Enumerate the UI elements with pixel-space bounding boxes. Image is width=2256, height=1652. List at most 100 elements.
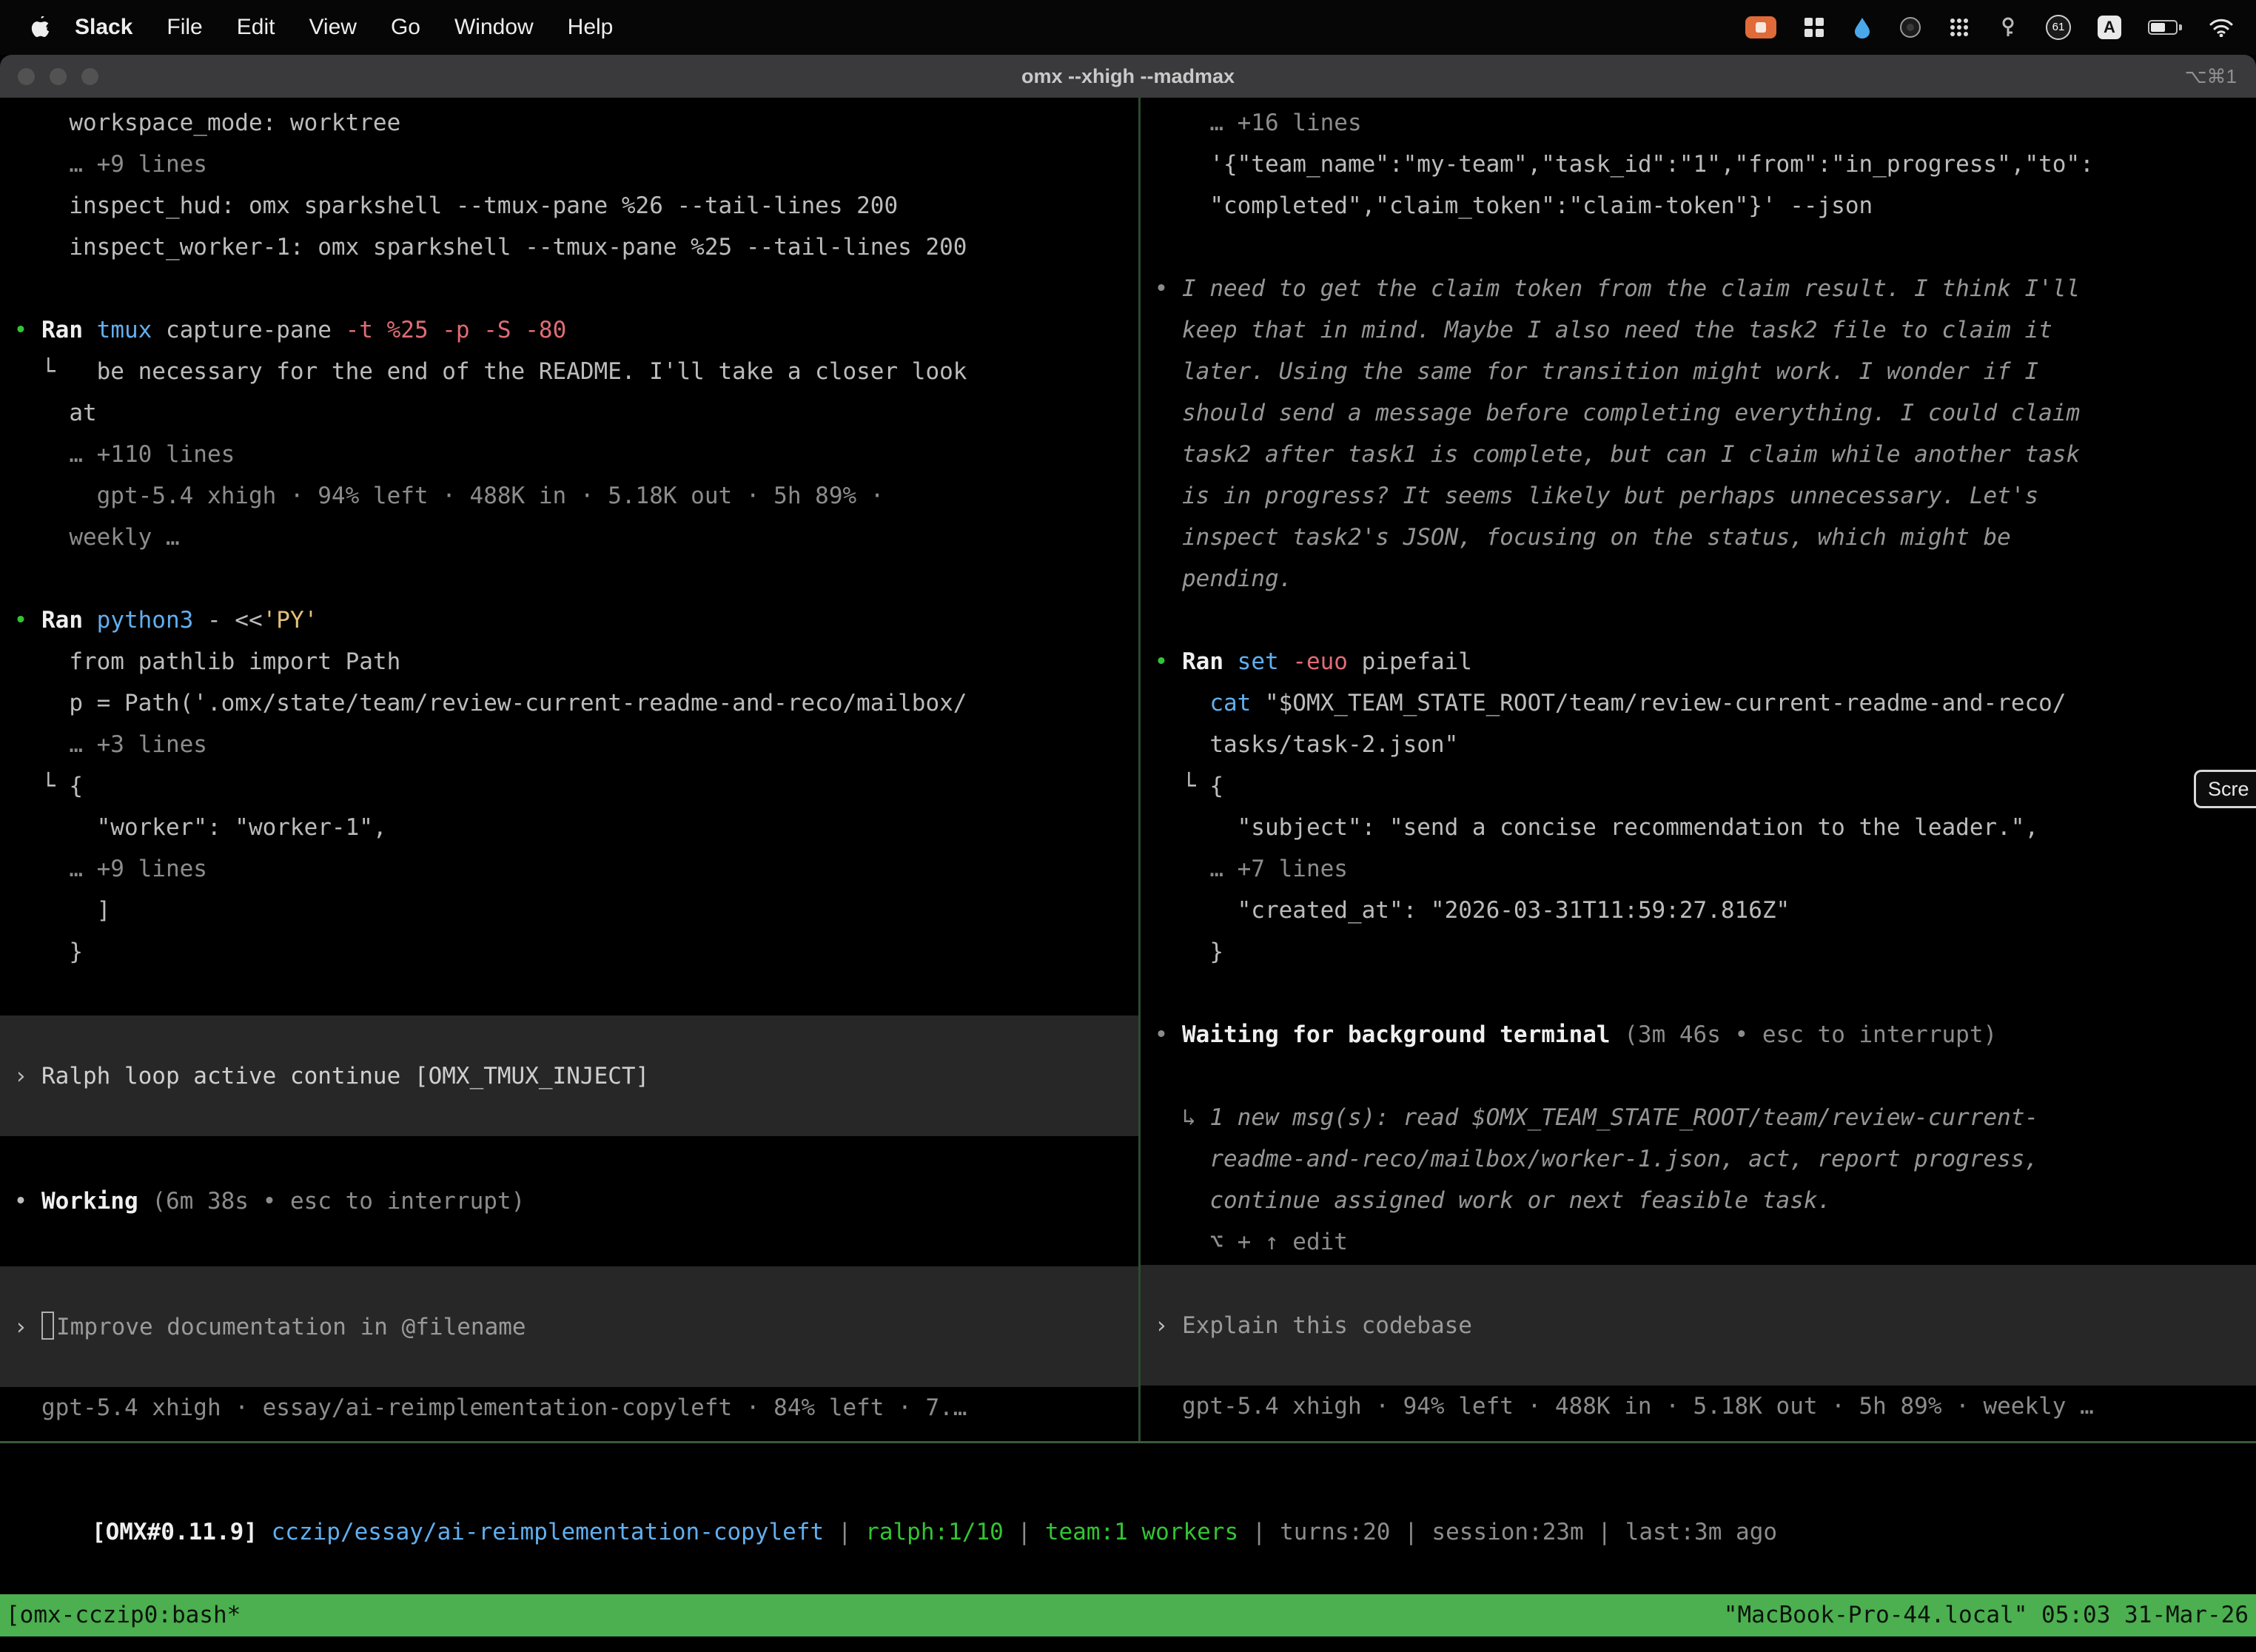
command-output-line: "subject": "send a concise recommendatio…: [1141, 807, 2256, 848]
prompt-chevron-icon: ›: [0, 1063, 41, 1089]
script-line: cat "$OMX_TEAM_STATE_ROOT/team/review-cu…: [1141, 682, 2256, 724]
input-source-icon[interactable]: A: [2098, 16, 2121, 39]
lens-app-icon[interactable]: [1899, 16, 1921, 38]
wifi-icon[interactable]: [2209, 18, 2234, 37]
command-output-line: }: [0, 931, 1138, 973]
ralph-loop-banner-text: Ralph loop active continue [OMX_TMUX_INJ…: [41, 1063, 649, 1089]
separator: |: [1584, 1519, 1625, 1545]
hud-status-line: gpt-5.4 xhigh · 94% left · 488K in · 5.1…: [0, 475, 1138, 517]
command-output-line: ]: [0, 890, 1138, 931]
ran-python-command-line: • Ran python3 - <<'PY': [0, 600, 1138, 641]
tmux-session-window[interactable]: [omx-cczip0:bash*: [6, 1594, 241, 1636]
waiting-status-line: • Waiting for background terminal (3m 46…: [1141, 1014, 2256, 1055]
window-shortcut-hint: ⌥⌘1: [2185, 65, 2237, 88]
bullet-icon: •: [1141, 275, 1182, 302]
script-line: from pathlib import Path: [0, 641, 1138, 682]
prompt-input-banner[interactable]: › Improve documentation in @filename: [0, 1266, 1138, 1387]
hud-status-line: weekly …: [0, 517, 1138, 558]
last-activity: last:3m ago: [1625, 1519, 1777, 1545]
terminal-content: workspace_mode: worktree … +9 lines insp…: [0, 98, 2256, 1443]
bullet-icon: •: [1141, 1021, 1182, 1048]
command-output-line: └ be necessary for the end of the README…: [0, 351, 1138, 392]
screenshot-tooltip: Scre: [2194, 770, 2256, 808]
drop-app-icon[interactable]: [1852, 16, 1873, 38]
tmux-status-bar: [omx-cczip0:bash* "MacBook-Pro-44.local"…: [0, 1594, 2256, 1636]
config-line: inspect_hud: omx sparkshell --tmux-pane …: [0, 185, 1138, 226]
battery-icon[interactable]: [2148, 20, 2182, 35]
collapsed-lines-indicator: … +7 lines: [1141, 848, 2256, 890]
command-arg-line: "completed","claim_token":"claim-token"}…: [1141, 185, 2256, 226]
separator: |: [824, 1519, 865, 1545]
config-line: inspect_worker-1: omx sparkshell --tmux-…: [0, 226, 1138, 268]
prompt-suggestion-banner[interactable]: › Explain this codebase: [1141, 1265, 2256, 1386]
mailbox-message-line: readme-and-reco/mailbox/worker-1.json, a…: [1141, 1138, 2256, 1180]
omx-worktree-path: cczip/essay/ai-reimplementation-copyleft: [272, 1519, 825, 1545]
separator: |: [1238, 1519, 1280, 1545]
script-line: tasks/task-2.json": [1141, 724, 2256, 765]
bullet-icon: •: [0, 317, 41, 343]
bullet-icon: •: [0, 1188, 41, 1215]
turns-counter: turns:20: [1280, 1519, 1390, 1545]
command-output-line: at: [0, 392, 1138, 434]
apple-menu-icon[interactable]: [30, 0, 52, 55]
menu-app-name[interactable]: Slack: [58, 0, 150, 55]
battery-percentage-icon[interactable]: 61: [2046, 15, 2071, 40]
suggestion-text: Explain this codebase: [1182, 1312, 1472, 1339]
tmux-host-clock: "MacBook-Pro-44.local" 05:03 31-Mar-26: [1724, 1594, 2249, 1636]
prompt-chevron-icon: ›: [1141, 1312, 1182, 1339]
thinking-line: later. Using the same for transition mig…: [1141, 351, 2256, 392]
collapsed-lines-indicator: … +110 lines: [0, 434, 1138, 475]
ran-tmux-command-line: • Ran tmux capture-pane -t %25 -p -S -80: [0, 309, 1138, 351]
collapsed-lines-indicator: … +16 lines: [1141, 102, 2256, 144]
screen-recording-icon[interactable]: [1745, 16, 1776, 38]
key-icon[interactable]: [1997, 16, 2019, 38]
config-line: workspace_mode: worktree: [0, 102, 1138, 144]
window-title: omx --xhigh --madmax: [0, 65, 2256, 88]
prompt-placeholder-text: Improve documentation in @filename: [56, 1314, 526, 1340]
thinking-line: task2 after task1 is complete, but can I…: [1141, 434, 2256, 475]
command-output-line: }: [1141, 931, 2256, 973]
window-grid-icon[interactable]: [1803, 16, 1825, 38]
prompt-chevron-icon: ›: [0, 1314, 41, 1340]
omx-version: [OMX#0.11.9]: [92, 1519, 272, 1545]
team-workers: team:1 workers: [1045, 1519, 1238, 1545]
ran-set-command-line: • Ran set -euo pipefail: [1141, 641, 2256, 682]
thinking-line: • I need to get the claim token from the…: [1141, 268, 2256, 309]
model-status-line: gpt-5.4 xhigh · 94% left · 488K in · 5.1…: [1141, 1386, 2256, 1427]
window-title-bar: omx --xhigh --madmax ⌥⌘1: [0, 55, 2256, 98]
text-cursor: [41, 1312, 54, 1340]
menu-file[interactable]: File: [150, 0, 219, 55]
command-output-line: └ {: [1141, 765, 2256, 807]
thinking-line: inspect task2's JSON, focusing on the st…: [1141, 517, 2256, 558]
app-grid-icon[interactable]: [1948, 16, 1970, 38]
right-terminal-pane: … +16 lines '{"team_name":"my-team","tas…: [1141, 98, 2256, 1441]
command-arg-line: '{"team_name":"my-team","task_id":"1","f…: [1141, 144, 2256, 185]
menu-window[interactable]: Window: [437, 0, 551, 55]
collapsed-lines-indicator: … +3 lines: [0, 724, 1138, 765]
menu-help[interactable]: Help: [551, 0, 631, 55]
thinking-line: keep that in mind. Maybe I also need the…: [1141, 309, 2256, 351]
collapsed-lines-indicator: … +9 lines: [0, 848, 1138, 890]
ralph-counter: ralph:1/10: [865, 1519, 1004, 1545]
working-status-line: • Working (6m 38s • esc to interrupt): [0, 1181, 1138, 1222]
bullet-icon: •: [1141, 648, 1182, 675]
menu-go[interactable]: Go: [374, 0, 437, 55]
command-output-line: "worker": "worker-1",: [0, 807, 1138, 848]
ralph-loop-banner[interactable]: › Ralph loop active continue [OMX_TMUX_I…: [0, 1015, 1138, 1136]
close-button[interactable]: [18, 68, 35, 85]
minimize-button[interactable]: [50, 68, 67, 85]
menu-edit[interactable]: Edit: [220, 0, 292, 55]
script-line: p = Path('.omx/state/team/review-current…: [0, 682, 1138, 724]
separator: |: [1004, 1519, 1045, 1545]
menu-bar: Slack File Edit View Go Window Help 61 A: [0, 0, 2256, 55]
model-status-line: gpt-5.4 xhigh · essay/ai-reimplementatio…: [0, 1387, 1138, 1428]
left-terminal-pane: workspace_mode: worktree … +9 lines insp…: [0, 98, 1138, 1441]
bullet-icon: •: [0, 607, 41, 634]
thinking-line: is in progress? It seems likely but perh…: [1141, 475, 2256, 517]
command-output-line: "created_at": "2026-03-31T11:59:27.816Z": [1141, 890, 2256, 931]
session-duration: session:23m: [1431, 1519, 1583, 1545]
return-arrow-icon: ↳: [1141, 1104, 1209, 1131]
thinking-line: should send a message before completing …: [1141, 392, 2256, 434]
zoom-button[interactable]: [81, 68, 98, 85]
menu-view[interactable]: View: [292, 0, 373, 55]
